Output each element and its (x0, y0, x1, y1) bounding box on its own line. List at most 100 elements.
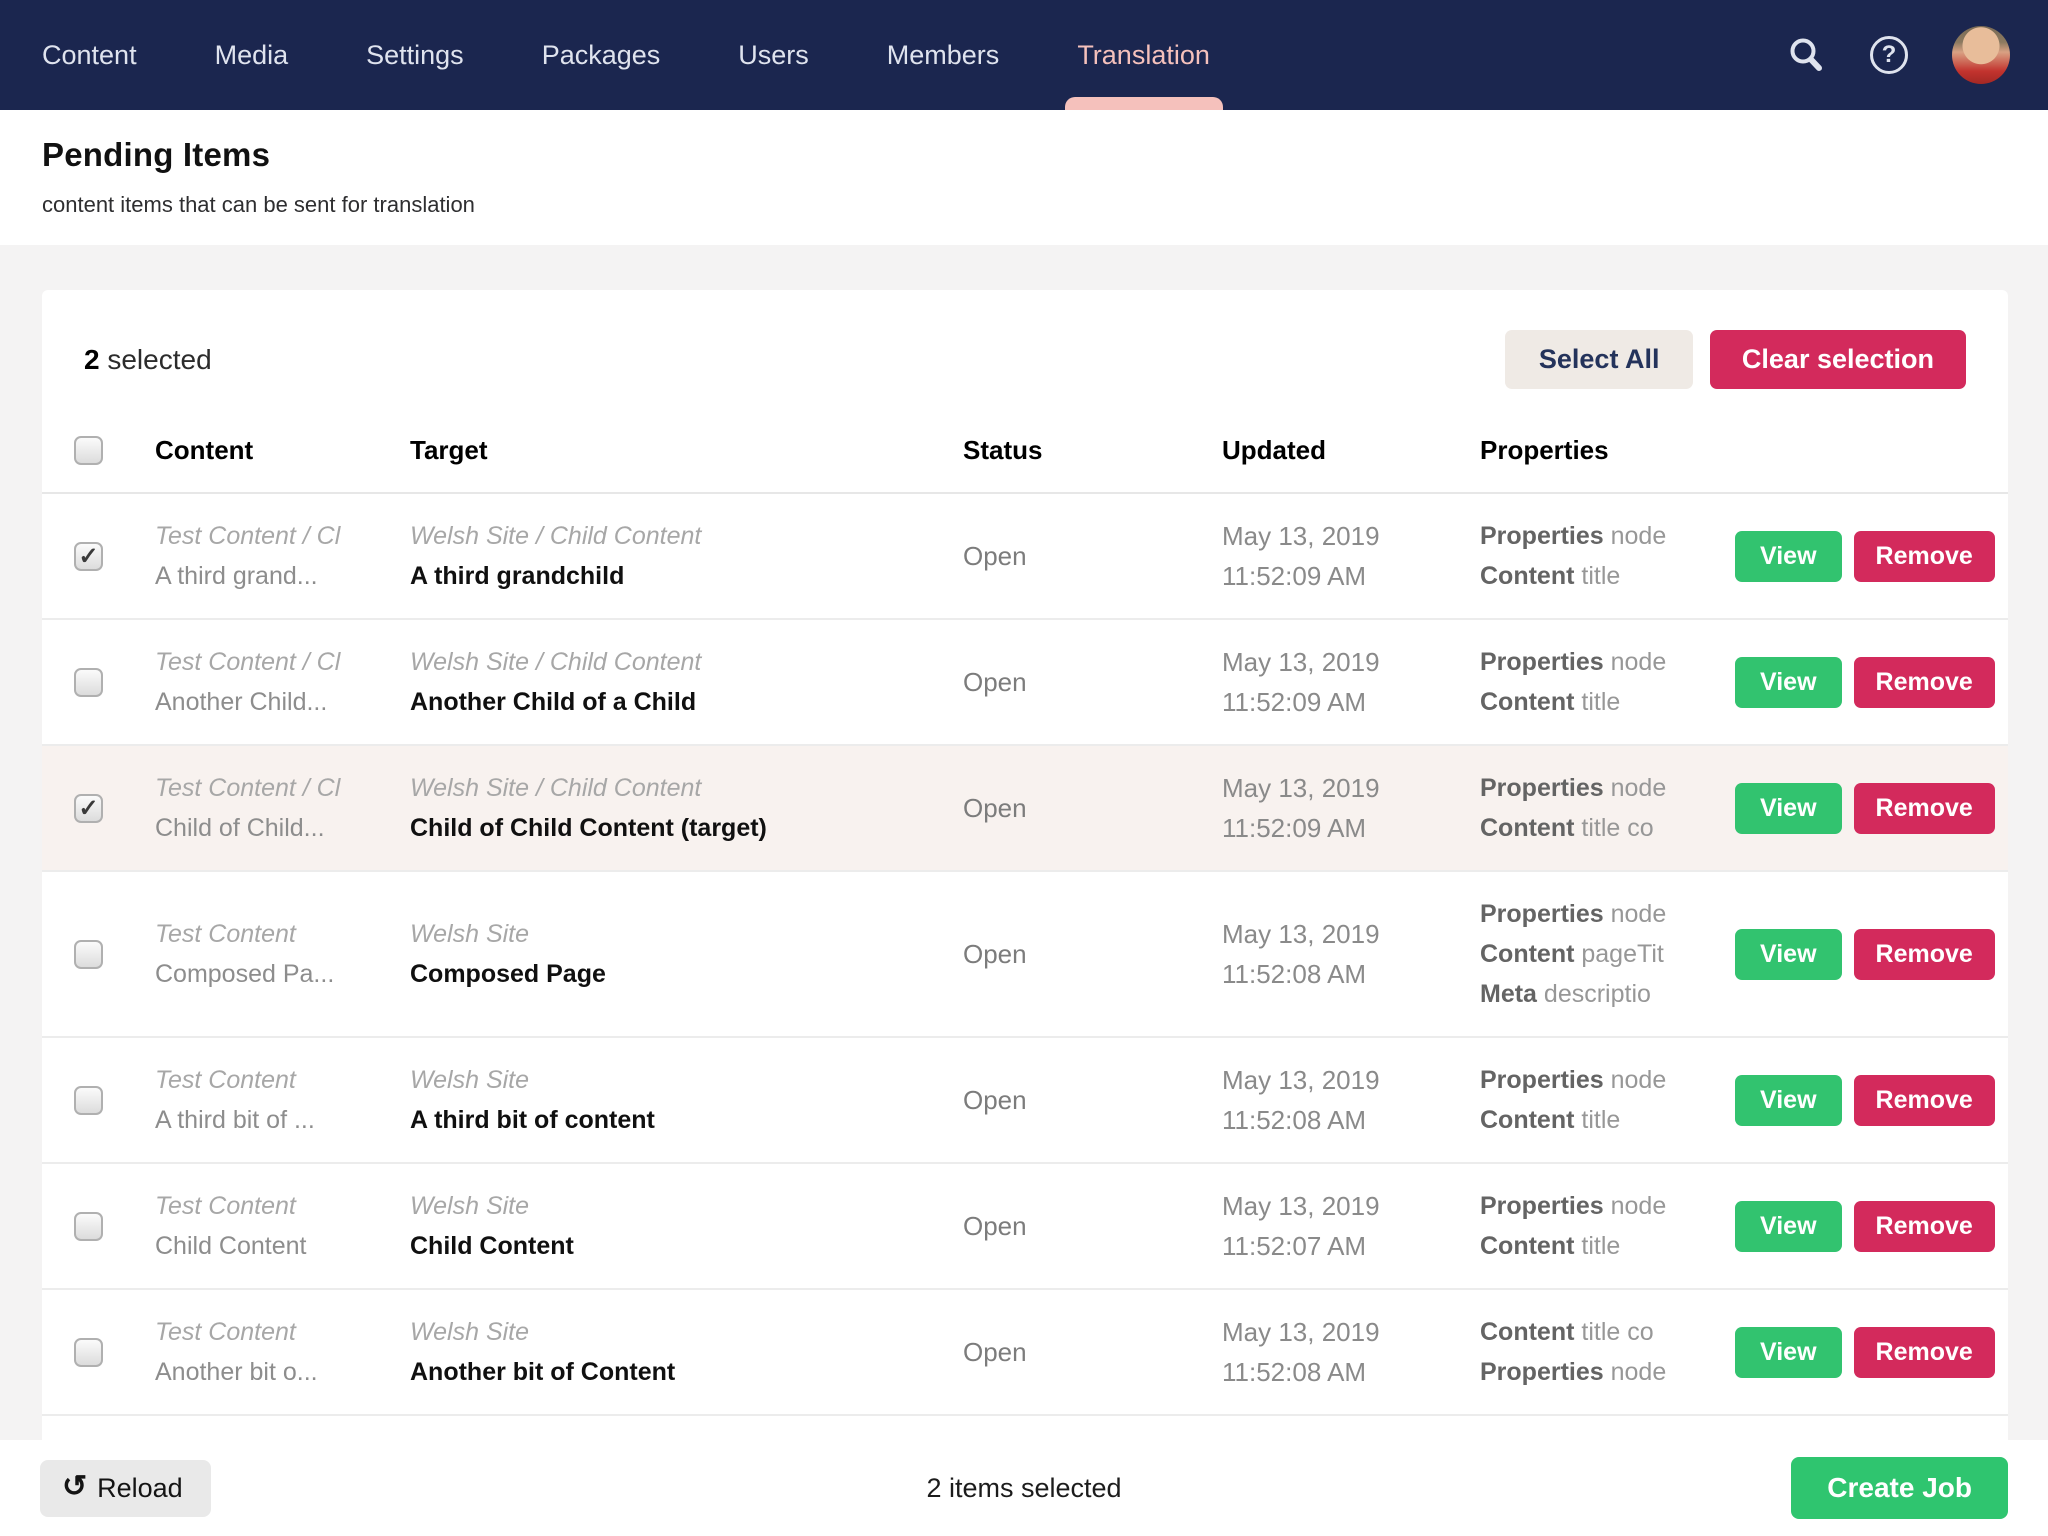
property-line: Properties node (1480, 1060, 1735, 1100)
create-job-button[interactable]: Create Job (1791, 1457, 2008, 1519)
updated-date: May 13, 2019 (1222, 768, 1480, 808)
status-value: Open (963, 1337, 1222, 1368)
row-checkbox[interactable]: ✓ (74, 542, 103, 571)
table-row: ✓ Test Content / Cl A third grand... Wel… (42, 494, 2008, 620)
toolbar-buttons: Select All Clear selection (1505, 330, 1966, 389)
properties-cell: Content title coProperties node (1480, 1312, 1735, 1392)
properties-cell: Properties nodeContent title (1480, 1060, 1735, 1140)
status-value: Open (963, 939, 1222, 970)
view-button[interactable]: View (1735, 531, 1842, 582)
property-line: Properties node (1480, 516, 1735, 556)
updated-cell: May 13, 2019 11:52:08 AM (1222, 914, 1480, 994)
remove-button[interactable]: Remove (1854, 1075, 1995, 1126)
target-name: Child Content (410, 1226, 963, 1266)
content-path: Test Content / Cl (155, 516, 410, 556)
view-button[interactable]: View (1735, 1075, 1842, 1126)
target-path: Welsh Site / Child Content (410, 768, 963, 808)
status-value: Open (963, 541, 1222, 572)
target-name: Another Child of a Child (410, 682, 963, 722)
row-checkbox[interactable] (74, 1212, 103, 1241)
remove-button[interactable]: Remove (1854, 783, 1995, 834)
target-name: Another bit of Content (410, 1352, 963, 1392)
property-line: Properties node (1480, 768, 1735, 808)
property-line: Properties node (1480, 642, 1735, 682)
row-checkbox[interactable] (74, 940, 103, 969)
remove-button[interactable]: Remove (1854, 1201, 1995, 1252)
footer-items-selected: 2 items selected (0, 1473, 2048, 1504)
target-path: Welsh Site (410, 1312, 963, 1352)
nav-item-users[interactable]: Users (738, 0, 809, 110)
view-button[interactable]: View (1735, 1327, 1842, 1378)
help-icon[interactable]: ? (1870, 36, 1908, 74)
content-name: Another Child... (155, 682, 410, 722)
target-path: Welsh Site (410, 914, 963, 954)
properties-cell: Properties nodeContent title co (1480, 768, 1735, 848)
view-button[interactable]: View (1735, 1201, 1842, 1252)
view-button[interactable]: View (1735, 929, 1842, 980)
nav-item-media[interactable]: Media (215, 0, 289, 110)
updated-date: May 13, 2019 (1222, 642, 1480, 682)
row-checkbox[interactable] (74, 668, 103, 697)
property-line: Content pageTit (1480, 934, 1735, 974)
status-value: Open (963, 793, 1222, 824)
updated-cell: May 13, 2019 11:52:08 AM (1222, 1060, 1480, 1140)
content-name: A third bit of ... (155, 1100, 410, 1140)
select-all-checkbox[interactable] (74, 436, 103, 465)
updated-time: 11:52:08 AM (1222, 1352, 1480, 1392)
target-name: Composed Page (410, 954, 963, 994)
column-header-status: Status (963, 435, 1222, 466)
remove-button[interactable]: Remove (1854, 531, 1995, 582)
page-header: Pending Items content items that can be … (0, 110, 2048, 245)
nav-item-members[interactable]: Members (887, 0, 1000, 110)
properties-cell: Properties nodeContent pageTitMeta descr… (1480, 894, 1735, 1014)
nav-item-settings[interactable]: Settings (366, 0, 464, 110)
updated-cell: May 13, 2019 11:52:09 AM (1222, 516, 1480, 596)
reload-button[interactable]: ↺ Reload (40, 1460, 211, 1517)
updated-cell: May 13, 2019 11:52:09 AM (1222, 642, 1480, 722)
content-path: Test Content (155, 1312, 410, 1352)
row-checkbox[interactable] (74, 1338, 103, 1367)
content-path: Test Content (155, 914, 410, 954)
nav-item-content[interactable]: Content (42, 0, 137, 110)
column-header-properties: Properties (1480, 435, 1735, 466)
target-name: A third grandchild (410, 556, 963, 596)
nav-items: Content Media Settings Packages Users Members… (0, 0, 1210, 110)
nav-item-translation[interactable]: Translation (1077, 0, 1210, 110)
content-name: Child Content (155, 1226, 410, 1266)
view-button[interactable]: View (1735, 783, 1842, 834)
updated-time: 11:52:08 AM (1222, 954, 1480, 994)
reload-icon: ↺ (62, 1472, 87, 1502)
properties-cell: Properties nodeContent title (1480, 642, 1735, 722)
row-checkbox[interactable]: ✓ (74, 794, 103, 823)
property-line: Content title co (1480, 808, 1735, 848)
content-path: Test Content / Cl (155, 768, 410, 808)
select-all-button[interactable]: Select All (1505, 330, 1694, 389)
target-name: Child of Child Content (target) (410, 808, 963, 848)
updated-time: 11:52:08 AM (1222, 1100, 1480, 1140)
updated-time: 11:52:09 AM (1222, 682, 1480, 722)
remove-button[interactable]: Remove (1854, 657, 1995, 708)
column-header-content: Content (155, 435, 410, 466)
property-line: Content title co (1480, 1312, 1735, 1352)
status-value: Open (963, 667, 1222, 698)
clear-selection-button[interactable]: Clear selection (1710, 330, 1966, 389)
top-nav: Content Media Settings Packages Users Members… (0, 0, 2048, 110)
nav-right: ? (1786, 0, 2048, 110)
updated-date: May 13, 2019 (1222, 914, 1480, 954)
view-button[interactable]: View (1735, 657, 1842, 708)
nav-item-packages[interactable]: Packages (542, 0, 661, 110)
page-subtitle: content items that can be sent for trans… (42, 192, 2006, 218)
property-line: Content title (1480, 556, 1735, 596)
status-value: Open (963, 1085, 1222, 1116)
target-name: A third bit of content (410, 1100, 963, 1140)
user-avatar[interactable] (1952, 26, 2010, 84)
updated-time: 11:52:09 AM (1222, 556, 1480, 596)
properties-cell: Properties nodeContent title (1480, 516, 1735, 596)
content-path: Test Content / Cl (155, 642, 410, 682)
search-icon[interactable] (1786, 35, 1826, 75)
row-checkbox[interactable] (74, 1086, 103, 1115)
column-header-target: Target (410, 435, 963, 466)
remove-button[interactable]: Remove (1854, 1327, 1995, 1378)
remove-button[interactable]: Remove (1854, 929, 1995, 980)
table-row: Test Content Child Content Welsh Site Ch… (42, 1164, 2008, 1290)
